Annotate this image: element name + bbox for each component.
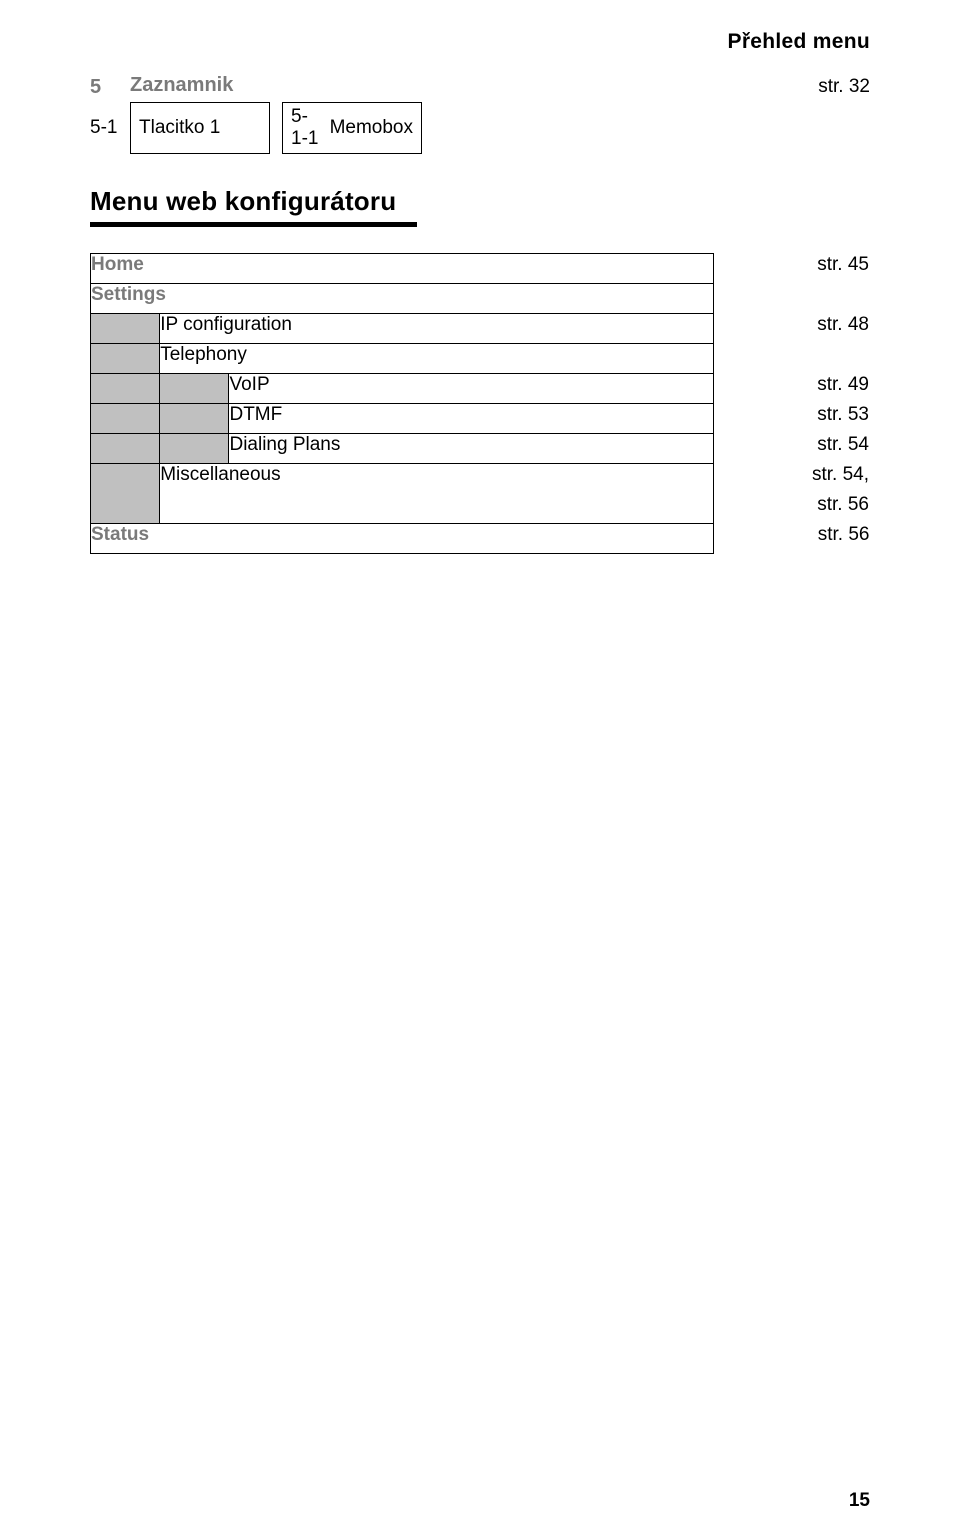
page-number: 15 xyxy=(849,1490,870,1512)
cfg-settings-label: Settings xyxy=(91,284,714,314)
grey-indent-cell xyxy=(91,464,160,524)
grey-indent-cell xyxy=(91,344,160,374)
section-title-web-config: Menu web konfigurátoru xyxy=(90,186,870,217)
cfg-misc-ref1: str. 54, xyxy=(714,464,870,494)
cfg-dialing-ref: str. 54 xyxy=(714,434,870,464)
menu-index-5: 5 xyxy=(90,74,130,100)
grey-indent-cell xyxy=(91,434,160,464)
cfg-ipconfig-label: IP configuration xyxy=(160,314,714,344)
menu-index-5-1: 5-1 xyxy=(90,102,130,154)
table-row: Settings xyxy=(91,284,870,314)
grey-indent-cell xyxy=(160,404,229,434)
cfg-status-ref: str. 56 xyxy=(714,524,870,554)
page-header: Přehled menu xyxy=(90,30,870,54)
table-row: Home str. 45 xyxy=(91,254,870,284)
cfg-home-label: Home xyxy=(91,254,714,284)
grey-indent-cell xyxy=(91,314,160,344)
table-row: Miscellaneous str. 54, xyxy=(91,464,870,494)
cfg-voip-label: VoIP xyxy=(229,374,714,404)
cfg-ipconfig-ref: str. 48 xyxy=(714,314,870,344)
menu-label-memobox: Memobox xyxy=(330,117,413,139)
table-row: DTMF str. 53 xyxy=(91,404,870,434)
grey-indent-cell xyxy=(91,404,160,434)
menu-label-zaznamnik: Zaznamnik xyxy=(130,74,233,100)
cfg-misc-label: Miscellaneous xyxy=(160,464,714,524)
phone-menu-row-5: 5 Zaznamnik str. 32 xyxy=(90,74,870,100)
config-table: Home str. 45 Settings IP configuration s… xyxy=(90,253,870,554)
table-row: VoIP str. 49 xyxy=(91,374,870,404)
cfg-telephony-label: Telephony xyxy=(160,344,714,374)
cfg-dtmf-ref: str. 53 xyxy=(714,404,870,434)
phone-menu-row-5-1: 5-1 Tlacitko 1 5-1-1 Memobox xyxy=(90,102,870,154)
grey-indent-cell xyxy=(160,434,229,464)
grey-indent-cell xyxy=(91,374,160,404)
table-row: Telephony xyxy=(91,344,870,374)
table-row: Dialing Plans str. 54 xyxy=(91,434,870,464)
cfg-misc-ref2: str. 56 xyxy=(714,494,870,524)
page-ref-zaznamnik: str. 32 xyxy=(233,74,870,100)
cfg-dialing-label: Dialing Plans xyxy=(229,434,714,464)
section-underline xyxy=(90,222,417,227)
grey-indent-cell xyxy=(160,374,229,404)
cfg-dtmf-label: DTMF xyxy=(229,404,714,434)
cfg-home-ref: str. 45 xyxy=(714,254,870,284)
table-row: Status str. 56 xyxy=(91,524,870,554)
menu-subindex-5-1-1: 5-1-1 xyxy=(291,106,322,150)
cfg-status-label: Status xyxy=(91,524,714,554)
table-row: IP configuration str. 48 xyxy=(91,314,870,344)
cfg-voip-ref: str. 49 xyxy=(714,374,870,404)
menu-box-tlacitko1: Tlacitko 1 xyxy=(130,102,270,154)
